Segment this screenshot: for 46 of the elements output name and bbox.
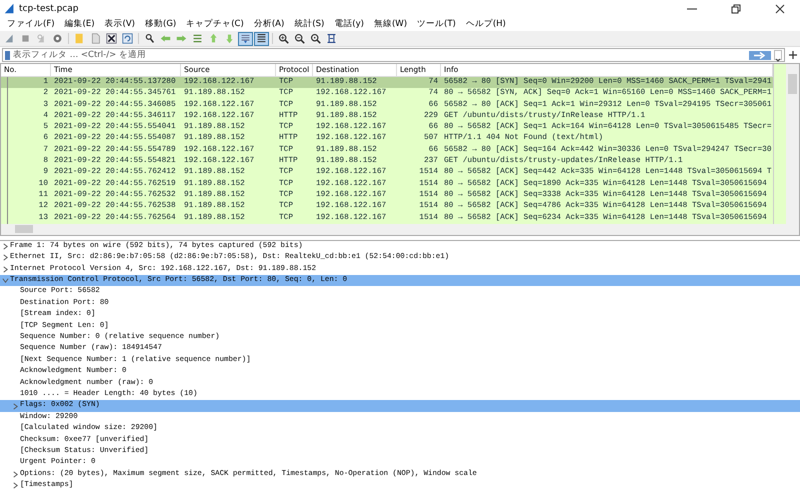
menu-item[interactable]: 表示(V)	[100, 18, 140, 30]
zoom-in-icon	[278, 33, 289, 44]
toolbar-button[interactable]	[276, 32, 291, 46]
zoom-out-icon	[294, 33, 305, 44]
fin-restart-icon	[36, 33, 47, 44]
toolbar-button[interactable]	[254, 32, 269, 46]
bookmark-icon[interactable]	[5, 50, 10, 60]
menu-item[interactable]: 分析(A)	[248, 18, 290, 30]
search-icon	[144, 33, 155, 44]
reload-icon	[122, 33, 133, 44]
menu-item[interactable]: 移動(G)	[140, 18, 182, 30]
zoom-reset-icon	[310, 33, 321, 44]
app-icon	[4, 3, 15, 14]
toolbar-button[interactable]	[238, 32, 253, 46]
window-title: tcp-test.pcap	[19, 4, 80, 14]
colorize-icon	[256, 33, 267, 44]
down-arrow-icon	[224, 33, 235, 44]
toolbar-button[interactable]	[292, 32, 307, 46]
gear-icon	[52, 33, 63, 44]
goto-icon	[192, 33, 203, 44]
shark-fin-icon	[4, 33, 15, 44]
filter-bar[interactable]: 表示フィルタ … <Ctrl-/> を適用	[2, 48, 785, 62]
menu-item[interactable]: 無線(W)	[368, 18, 412, 30]
vertical-scrollbar[interactable]	[786, 64, 799, 224]
horizontal-scrollbar[interactable]	[1, 224, 799, 235]
restore-icon	[731, 4, 741, 14]
menu-item[interactable]: ファイル(F)	[2, 18, 60, 30]
menu-item[interactable]: 電話(y)	[329, 18, 369, 30]
add-filter-button[interactable]	[788, 49, 798, 61]
toolbar-button[interactable]	[104, 32, 119, 46]
right-arrow-icon	[176, 33, 187, 44]
stop-icon	[20, 33, 31, 44]
menu-item[interactable]: キャプチャ(C)	[181, 18, 249, 30]
menu-item[interactable]: 編集(E)	[60, 18, 100, 30]
resize-columns-icon	[326, 33, 337, 44]
toolbar-button[interactable]	[308, 32, 323, 46]
display-filter-field[interactable]: 表示フィルタ … <Ctrl-/> を適用	[13, 50, 746, 60]
dropdown-button[interactable]	[774, 50, 782, 60]
up-arrow-icon	[208, 33, 219, 44]
menu-item[interactable]: 統計(S)	[289, 18, 330, 30]
menu-item[interactable]: ヘルプ(H)	[460, 18, 511, 30]
close-icon	[775, 4, 785, 14]
folder-icon	[74, 33, 85, 44]
left-arrow-icon	[160, 33, 171, 44]
menu-item[interactable]: ツール(T)	[412, 18, 461, 30]
autoscroll-icon	[240, 33, 251, 44]
